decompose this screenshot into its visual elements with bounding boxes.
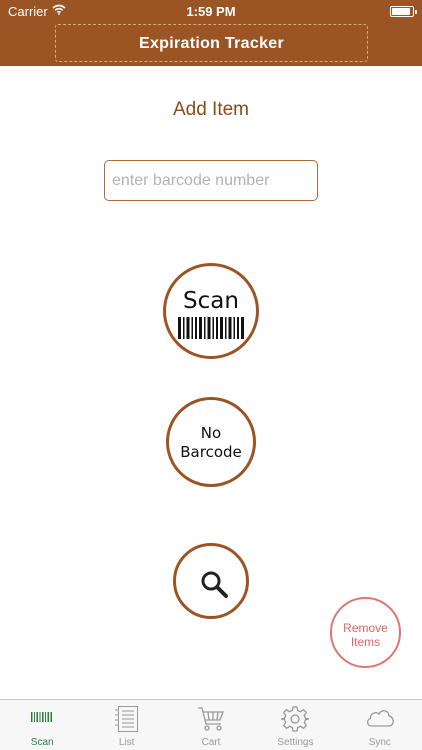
magnifier-icon xyxy=(201,571,228,598)
battery-fill xyxy=(392,8,410,15)
battery-icon xyxy=(390,6,417,17)
remove-items-label-line1: Remove xyxy=(343,621,388,635)
header-bar: Carrier 1:59 PM Expiration Tracker xyxy=(0,0,422,66)
search-button[interactable] xyxy=(173,543,249,619)
tab-list[interactable]: List xyxy=(84,700,168,750)
list-document-icon xyxy=(114,706,138,732)
tab-cart[interactable]: Cart xyxy=(169,700,253,750)
barcode-icon xyxy=(31,712,53,722)
barcode-icon xyxy=(178,317,244,339)
remove-items-button[interactable]: Remove Items xyxy=(330,597,401,668)
tab-sync[interactable]: Sync xyxy=(338,700,422,750)
tab-label: Sync xyxy=(368,737,391,748)
remove-items-label-line2: Items xyxy=(350,635,381,649)
gear-icon xyxy=(281,706,310,732)
app-screen: Carrier 1:59 PM Expiration Tracker Add I… xyxy=(0,0,422,750)
tab-bar: Scan List Cart Settings Sync xyxy=(0,699,422,750)
tab-label: Cart xyxy=(201,737,221,748)
app-title: Expiration Tracker xyxy=(138,35,285,52)
shopping-cart-icon xyxy=(198,707,224,731)
tab-settings[interactable]: Settings xyxy=(253,700,337,750)
remove-items-label: Remove Items xyxy=(332,621,399,649)
title-box: Expiration Tracker xyxy=(55,24,368,62)
scan-button[interactable]: Scan xyxy=(163,263,259,359)
cloud-icon xyxy=(366,710,394,727)
barcode-input[interactable] xyxy=(104,160,318,201)
no-barcode-label-line1: No xyxy=(200,424,222,442)
no-barcode-button[interactable]: No Barcode xyxy=(166,397,256,487)
tab-scan[interactable]: Scan xyxy=(0,700,84,750)
scan-button-label: Scan xyxy=(183,288,239,314)
tab-label: Settings xyxy=(277,737,314,748)
page-heading: Add Item xyxy=(172,99,250,120)
status-bar: Carrier 1:59 PM xyxy=(0,0,422,22)
tab-label: Scan xyxy=(30,737,54,748)
no-barcode-label-line2: Barcode xyxy=(180,443,242,461)
tab-label: List xyxy=(118,737,135,748)
no-barcode-label: No Barcode xyxy=(169,424,253,462)
clock: 1:59 PM xyxy=(186,4,236,19)
